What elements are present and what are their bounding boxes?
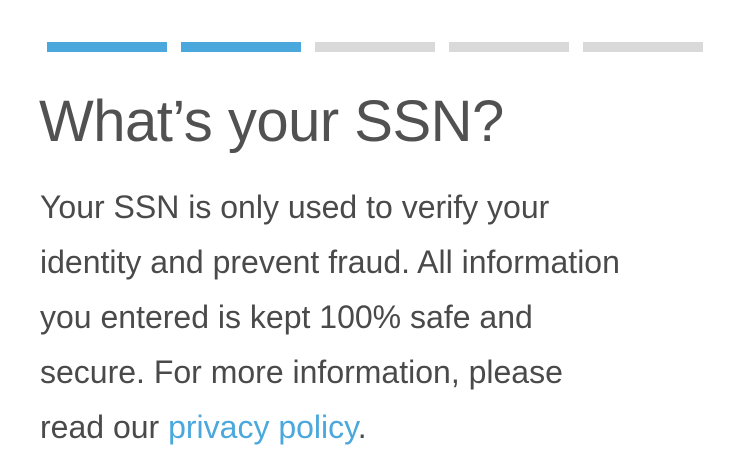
- explanation-line-3: you entered is kept 100% safe and: [40, 299, 533, 335]
- progress-indicator: [47, 42, 703, 52]
- progress-step-4: [449, 42, 569, 52]
- page-title: What’s your SSN?: [39, 89, 504, 154]
- explanation-line-5: read our privacy policy.: [40, 400, 620, 455]
- progress-step-2: [181, 42, 301, 52]
- explanation-line-2: identity and prevent fraud. All informat…: [40, 244, 620, 280]
- explanation-line-5-suffix: .: [357, 409, 367, 445]
- progress-step-3: [315, 42, 435, 52]
- ssn-explanation: Your SSN is only used to verify your ide…: [40, 180, 620, 455]
- privacy-policy-link[interactable]: privacy policy: [168, 409, 358, 445]
- progress-step-5: [583, 42, 703, 52]
- explanation-line-4: secure. For more information, please: [40, 354, 563, 390]
- explanation-line-5-prefix: read our: [40, 409, 169, 445]
- progress-step-1: [47, 42, 167, 52]
- explanation-line-1: Your SSN is only used to verify your: [40, 189, 550, 225]
